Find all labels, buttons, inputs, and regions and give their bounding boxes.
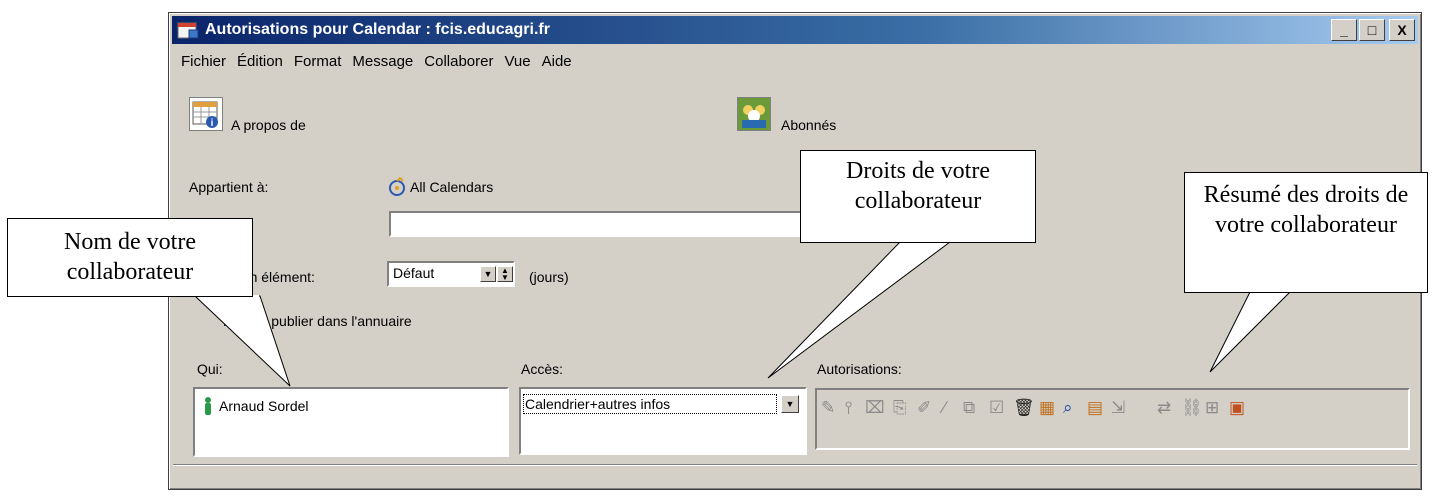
callout-name: Nom de votre collaborateur: [7, 218, 253, 297]
callout-summary: Résumé des droits de votre collaborateur: [1184, 172, 1428, 293]
callout-rights: Droits de votre collaborateur: [800, 150, 1036, 243]
